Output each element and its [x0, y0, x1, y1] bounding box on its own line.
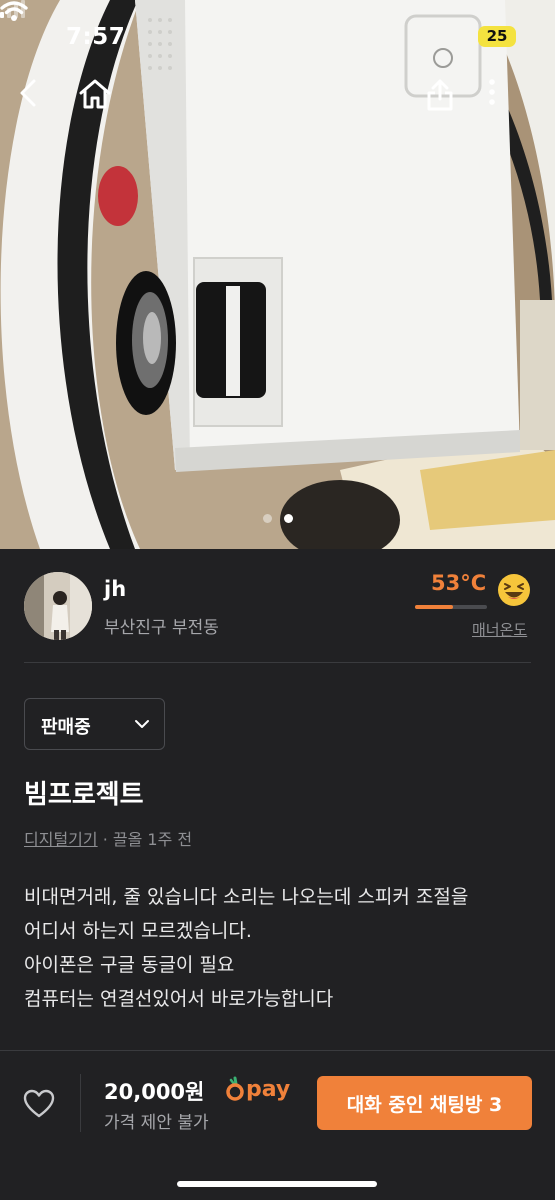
description-line: 어디서 하는지 모르겠습니다. [24, 920, 252, 942]
manner-temperature-bar [415, 605, 487, 609]
heart-icon[interactable] [22, 1087, 56, 1121]
home-icon [79, 79, 111, 109]
listing-description: 비대면거래, 줄 있습니다 소리는 나오는데 스피커 조절을 어디서 하는지 모… [24, 880, 534, 1016]
meta-separator: · [97, 830, 113, 849]
chevron-down-icon [135, 720, 149, 728]
price: 20,000원 [104, 1080, 205, 1104]
page-dot[interactable] [262, 514, 272, 523]
back-button[interactable] [18, 78, 62, 122]
avatar-image [24, 572, 92, 640]
status-bar: 7:57 25 [0, 0, 555, 70]
sale-status-dropdown[interactable]: 판매중 [24, 698, 165, 750]
more-button[interactable] [488, 78, 532, 122]
description-line: 아이폰은 구글 동글이 필요 [24, 954, 235, 976]
sale-status-value: 판매중 [41, 717, 91, 738]
divider [24, 662, 531, 663]
avatar[interactable] [24, 572, 92, 640]
category-link[interactable]: 디지털기기 [24, 830, 98, 849]
vertical-divider [80, 1074, 81, 1132]
share-icon [427, 79, 453, 111]
price-offer-note: 가격 제안 불가 [104, 1113, 209, 1133]
chat-rooms-button[interactable]: 대화 중인 채팅방 3 [317, 1076, 532, 1130]
wifi-icon [0, 1, 28, 21]
share-button[interactable] [426, 78, 470, 122]
pay-badge: pay [226, 1073, 290, 1105]
battery-indicator: 25 [478, 26, 516, 47]
chevron-left-icon [20, 79, 36, 107]
clock: 7:57 [66, 24, 126, 50]
description-line: 비대면거래, 줄 있습니다 소리는 나오는데 스피커 조절을 [24, 886, 469, 908]
seller-profile[interactable]: jh 부산진구 부전동 53°C 매너온도 [0, 549, 555, 663]
page-dot-active[interactable] [283, 514, 293, 523]
manner-temperature-fill [415, 605, 454, 609]
laughing-face-icon [498, 574, 530, 606]
seller-location: 부산진구 부전동 [104, 618, 219, 638]
bump-time: 끌올 1주 전 [112, 830, 193, 849]
listing-meta: 디지털기기 · 끌올 1주 전 [24, 826, 192, 850]
carrot-pay-icon [226, 1076, 244, 1101]
bottom-action-bar: 20,000원 pay 가격 제안 불가 대화 중인 채팅방 3 [0, 1050, 555, 1200]
gallery-pagination [0, 514, 555, 523]
manner-temperature-link[interactable]: 매너온도 [472, 619, 527, 640]
seller-name: jh [104, 577, 127, 601]
home-indicator [177, 1181, 377, 1187]
listing-title: 빔프로젝트 [24, 780, 144, 810]
top-navigation [0, 78, 555, 126]
pay-label: pay [246, 1076, 291, 1102]
description-line: 컴퓨터는 연결선있어서 바로가능합니다 [24, 988, 334, 1010]
manner-temperature-value: 53°C [431, 571, 487, 595]
product-photo[interactable]: 7:57 25 [0, 0, 555, 549]
home-button[interactable] [78, 78, 122, 122]
more-vertical-icon [489, 79, 495, 105]
